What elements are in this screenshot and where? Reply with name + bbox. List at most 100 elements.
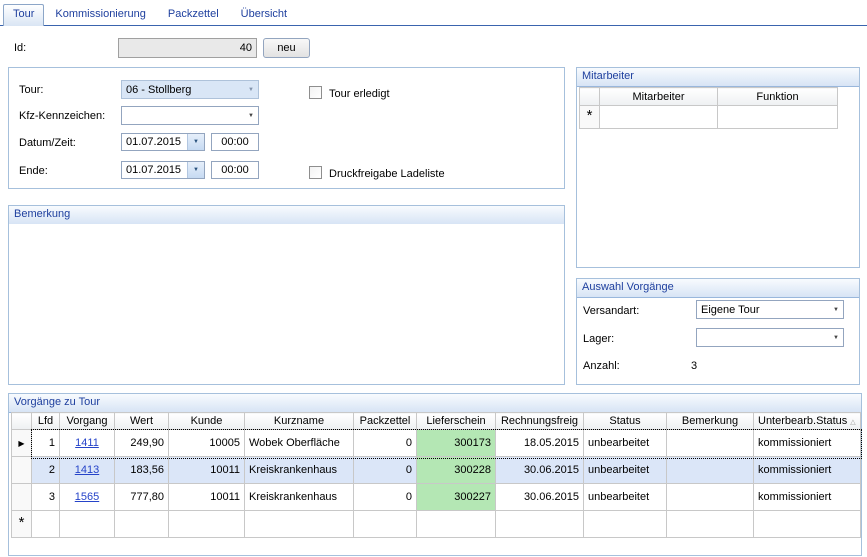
cell-packzettel[interactable]: 0 — [354, 457, 417, 484]
kfz-kennzeichen-select[interactable]: ▼ — [121, 106, 259, 125]
new-row: * — [12, 511, 861, 538]
vorgang-link[interactable]: 1413 — [75, 464, 99, 476]
cell-lfd[interactable]: 3 — [32, 484, 60, 511]
new-cell[interactable] — [60, 511, 115, 538]
cell-unterbearb-status[interactable]: kommissioniert — [754, 484, 861, 511]
new-row-header: * — [12, 511, 32, 538]
cell-wert[interactable]: 183,56 — [115, 457, 169, 484]
kurzname-column-header[interactable]: Kurzname — [245, 413, 354, 430]
cell-rechnungsfreig[interactable]: 30.06.2015 — [496, 484, 584, 511]
row-header[interactable] — [12, 484, 32, 511]
cell-wert[interactable]: 777,80 — [115, 484, 169, 511]
cell-unterbearb-status[interactable]: kommissioniert — [754, 457, 861, 484]
datum-time-input[interactable]: 00:00 — [211, 133, 259, 151]
vorgaenge-grid: Lfd Vorgang Wert Kunde Kurzname Packzett… — [11, 412, 861, 538]
vorgang-column-header[interactable]: Vorgang — [60, 413, 115, 430]
cell-vorgang[interactable]: 1411 — [60, 430, 115, 457]
tour-erledigt-checkbox[interactable] — [309, 86, 322, 99]
new-cell[interactable] — [417, 511, 496, 538]
cell-status[interactable]: unbearbeitet — [584, 457, 667, 484]
unterbearb-status-column-header[interactable]: Unterbearb.Status△ — [754, 413, 861, 430]
cell-bemerkung[interactable] — [667, 457, 754, 484]
datum-date-value: 01.07.2015 — [122, 134, 187, 150]
lager-select[interactable]: ▼ — [696, 328, 844, 347]
tour-select[interactable]: 06 - Stollberg ▼ — [121, 80, 259, 99]
vorgaenge-zu-tour-panel: Vorgänge zu Tour Lfd Vorgang Wert Kunde … — [8, 393, 862, 556]
druckfreigabe-checkbox[interactable] — [309, 166, 322, 179]
neu-button[interactable]: neu — [263, 38, 310, 58]
mitarbeiter-column-header[interactable]: Mitarbeiter — [600, 88, 718, 106]
new-cell[interactable] — [667, 511, 754, 538]
cell-kunde[interactable]: 10005 — [169, 430, 245, 457]
versandart-select[interactable]: Eigene Tour ▼ — [696, 300, 844, 319]
cell-rechnungsfreig[interactable]: 18.05.2015 — [496, 430, 584, 457]
current-row-header[interactable]: ▶ — [12, 430, 32, 457]
new-cell[interactable] — [496, 511, 584, 538]
new-cell[interactable] — [169, 511, 245, 538]
tab-uebersicht[interactable]: Übersicht — [230, 4, 298, 25]
funktion-column-header[interactable]: Funktion — [718, 88, 838, 106]
tab-tour[interactable]: Tour — [3, 4, 44, 26]
cell-packzettel[interactable]: 0 — [354, 430, 417, 457]
cell-kunde[interactable]: 10011 — [169, 457, 245, 484]
packzettel-column-header[interactable]: Packzettel — [354, 413, 417, 430]
ende-date-picker[interactable]: 01.07.2015 ▼ — [121, 161, 205, 179]
id-label: Id: — [14, 41, 26, 55]
row-header[interactable] — [12, 457, 32, 484]
wert-column-header[interactable]: Wert — [115, 413, 169, 430]
cell-status[interactable]: unbearbeitet — [584, 430, 667, 457]
ende-time-input[interactable]: 00:00 — [211, 161, 259, 179]
rechnungsfreig-column-header[interactable]: Rechnungsfreig — [496, 413, 584, 430]
cell-wert[interactable]: 249,90 — [115, 430, 169, 457]
cell-status[interactable]: unbearbeitet — [584, 484, 667, 511]
new-cell[interactable] — [584, 511, 667, 538]
lieferschein-column-header[interactable]: Lieferschein — [417, 413, 496, 430]
datum-date-picker[interactable]: 01.07.2015 ▼ — [121, 133, 205, 151]
cell-packzettel[interactable]: 0 — [354, 484, 417, 511]
cell-kurzname[interactable]: Wobek Oberfläche — [245, 430, 354, 457]
cell-lieferschein[interactable]: 300173 — [417, 430, 496, 457]
cell-bemerkung[interactable] — [667, 484, 754, 511]
new-cell[interactable] — [115, 511, 169, 538]
vorgang-link[interactable]: 1565 — [75, 491, 99, 503]
cell-kunde[interactable]: 10011 — [169, 484, 245, 511]
cell-lieferschein[interactable]: 300228 — [417, 457, 496, 484]
vorgang-link[interactable]: 1411 — [75, 437, 99, 449]
funktion-new-cell[interactable] — [718, 106, 838, 129]
bemerkung-column-header[interactable]: Bemerkung — [667, 413, 754, 430]
status-column-header[interactable]: Status — [584, 413, 667, 430]
new-cell[interactable] — [32, 511, 60, 538]
lfd-column-header[interactable]: Lfd — [32, 413, 60, 430]
cell-bemerkung[interactable] — [667, 430, 754, 457]
bemerkung-panel-title: Bemerkung — [9, 206, 564, 225]
cell-kurzname[interactable]: Kreiskrankenhaus — [245, 484, 354, 511]
bemerkung-textarea[interactable] — [9, 224, 564, 384]
chevron-down-icon: ▼ — [244, 87, 258, 93]
vorgaenge-panel-title: Vorgänge zu Tour — [9, 394, 861, 413]
datum-date-dropdown-button[interactable]: ▼ — [187, 134, 204, 150]
new-cell[interactable] — [245, 511, 354, 538]
cell-kurzname[interactable]: Kreiskrankenhaus — [245, 457, 354, 484]
cell-vorgang[interactable]: 1413 — [60, 457, 115, 484]
datum-zeit-label: Datum/Zeit: — [19, 136, 76, 150]
cell-vorgang[interactable]: 1565 — [60, 484, 115, 511]
new-row-header: * — [580, 106, 600, 129]
id-input[interactable]: 40 — [118, 38, 257, 58]
tab-kommissionierung[interactable]: Kommissionierung — [44, 4, 156, 25]
cell-unterbearb-status[interactable]: kommissioniert — [754, 430, 861, 457]
cell-lfd[interactable]: 2 — [32, 457, 60, 484]
tour-erledigt-label: Tour erledigt — [329, 87, 390, 101]
kunde-column-header[interactable]: Kunde — [169, 413, 245, 430]
cell-lieferschein[interactable]: 300227 — [417, 484, 496, 511]
tab-packzettel[interactable]: Packzettel — [157, 4, 230, 25]
new-row-icon: * — [19, 514, 25, 531]
new-cell[interactable] — [354, 511, 417, 538]
cell-lfd[interactable]: 1 — [32, 430, 60, 457]
new-cell[interactable] — [754, 511, 861, 538]
mitarbeiter-new-cell[interactable] — [600, 106, 718, 129]
cell-rechnungsfreig[interactable]: 30.06.2015 — [496, 457, 584, 484]
lager-label: Lager: — [583, 332, 614, 346]
bemerkung-panel: Bemerkung — [8, 205, 565, 385]
tab-bar: Tour Kommissionierung Packzettel Übersic… — [0, 0, 867, 26]
ende-date-dropdown-button[interactable]: ▼ — [187, 162, 204, 178]
